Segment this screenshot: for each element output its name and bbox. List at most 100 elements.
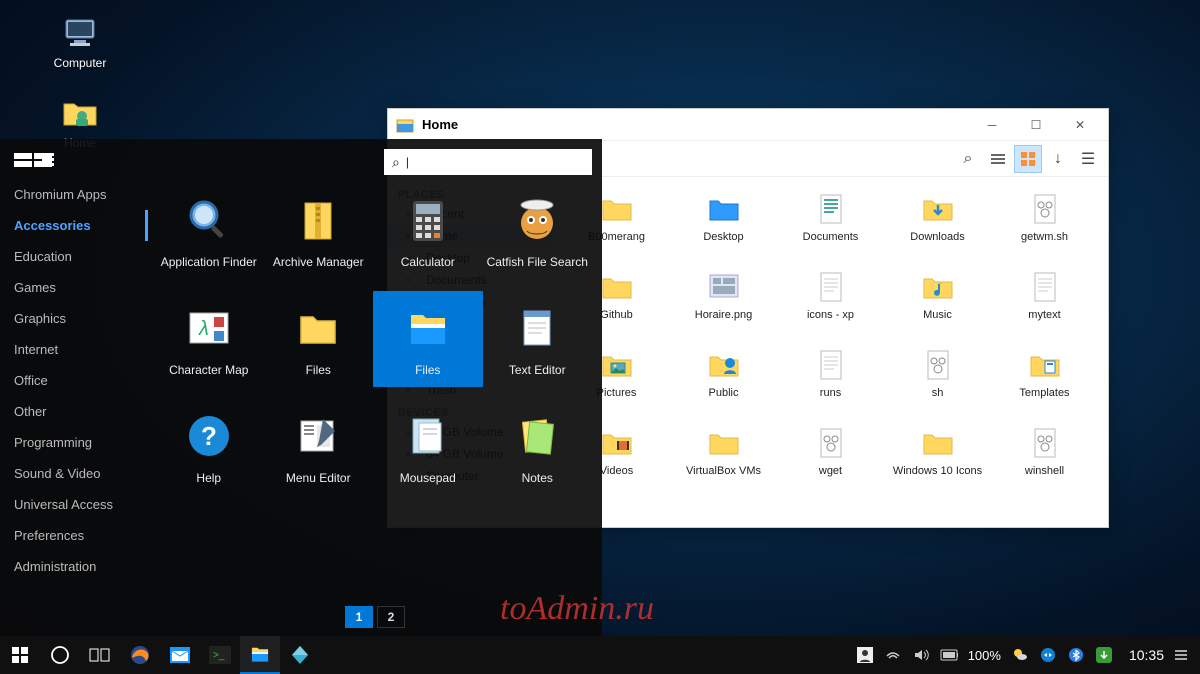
menu-category[interactable]: Administration bbox=[0, 551, 148, 582]
menu-search-input[interactable]: | bbox=[384, 149, 592, 175]
app-label: Text Editor bbox=[509, 363, 566, 377]
menu-app-item[interactable]: Menu Editor bbox=[264, 409, 374, 485]
menu-app-item[interactable]: ?Help bbox=[154, 409, 264, 485]
desktop-icon-label: Computer bbox=[40, 56, 120, 70]
menu-category[interactable]: Education bbox=[0, 241, 148, 272]
file-item[interactable]: Desktop bbox=[670, 191, 777, 261]
app-icon: ? bbox=[182, 409, 236, 463]
file-item[interactable]: Downloads bbox=[884, 191, 991, 261]
menu-view-toggle[interactable] bbox=[0, 153, 148, 179]
tray-update-icon[interactable] bbox=[1095, 646, 1113, 664]
menu-category[interactable]: Other bbox=[0, 396, 148, 427]
close-button[interactable]: ✕ bbox=[1058, 111, 1102, 139]
toolbar-listview-button[interactable] bbox=[984, 145, 1012, 173]
file-item[interactable]: Public bbox=[670, 347, 777, 417]
file-item[interactable]: VirtualBox VMs bbox=[670, 425, 777, 495]
menu-app-item[interactable]: λ Character Map bbox=[154, 301, 264, 377]
tray-menu-icon[interactable] bbox=[1174, 646, 1188, 664]
menu-app-item[interactable]: Files bbox=[373, 291, 483, 387]
app-icon bbox=[510, 193, 564, 247]
menu-category[interactable]: Chromium Apps bbox=[0, 179, 148, 210]
window-titlebar[interactable]: Home ─ ☐ ✕ bbox=[388, 109, 1108, 141]
taskbar-mail-button[interactable] bbox=[160, 636, 200, 674]
file-label: Public bbox=[709, 387, 739, 400]
list-view-icon[interactable] bbox=[42, 153, 60, 167]
file-item[interactable]: mytext bbox=[991, 269, 1098, 339]
menu-category[interactable]: Accessories bbox=[0, 210, 148, 241]
desktop-icon-computer[interactable]: Computer bbox=[40, 12, 120, 70]
menu-app-item[interactable]: Files bbox=[264, 301, 374, 377]
menu-categories: Chromium AppsAccessoriesEducationGamesGr… bbox=[0, 139, 148, 636]
file-label: wget bbox=[819, 465, 842, 478]
toolbar-search-button[interactable]: ⌕ bbox=[954, 145, 982, 173]
app-label: Character Map bbox=[169, 363, 248, 377]
taskbar-taskview-button[interactable] bbox=[80, 636, 120, 674]
grid-view-icon[interactable] bbox=[14, 153, 32, 167]
maximize-button[interactable]: ☐ bbox=[1014, 111, 1058, 139]
pager-button[interactable]: 1 bbox=[345, 606, 373, 628]
file-label: runs bbox=[820, 387, 841, 400]
menu-app-item[interactable]: Notes bbox=[483, 409, 593, 485]
app-icon bbox=[401, 409, 455, 463]
menu-app-item[interactable]: Mousepad bbox=[373, 409, 483, 485]
file-item[interactable]: Horaire.png bbox=[670, 269, 777, 339]
taskbar-search-button[interactable] bbox=[40, 636, 80, 674]
file-item[interactable]: Documents bbox=[777, 191, 884, 261]
tray-volume-icon[interactable] bbox=[912, 646, 930, 664]
file-icon bbox=[813, 191, 849, 227]
tray-weather-icon[interactable] bbox=[1011, 646, 1029, 664]
menu-app-item[interactable]: Catfish File Search bbox=[483, 193, 593, 269]
menu-category[interactable]: Universal Access bbox=[0, 489, 148, 520]
taskbar-start-button[interactable] bbox=[0, 636, 40, 674]
tray-battery-icon[interactable] bbox=[940, 646, 958, 664]
toolbar-iconview-button[interactable] bbox=[1014, 145, 1042, 173]
taskbar-files-button[interactable] bbox=[240, 636, 280, 674]
file-item[interactable]: Music bbox=[884, 269, 991, 339]
file-label: Desktop bbox=[703, 231, 743, 244]
minimize-button[interactable]: ─ bbox=[970, 111, 1014, 139]
toolbar-down-button[interactable]: ↓ bbox=[1044, 145, 1072, 173]
pager-button[interactable]: 2 bbox=[377, 606, 405, 628]
menu-category[interactable]: Graphics bbox=[0, 303, 148, 334]
taskbar-terminal-button[interactable]: >_ bbox=[200, 636, 240, 674]
toolbar-menu-button[interactable]: ☰ bbox=[1074, 145, 1102, 173]
file-item[interactable]: runs bbox=[777, 347, 884, 417]
file-label: Horaire.png bbox=[695, 309, 752, 322]
menu-app-item[interactable]: Calculator bbox=[373, 193, 483, 269]
menu-category[interactable]: Office bbox=[0, 365, 148, 396]
svg-text:>_: >_ bbox=[213, 650, 225, 661]
file-icon bbox=[813, 425, 849, 461]
file-item[interactable]: wget bbox=[777, 425, 884, 495]
menu-category[interactable]: Games bbox=[0, 272, 148, 303]
menu-app-item[interactable]: Application Finder bbox=[154, 193, 264, 269]
tray-wifi-icon[interactable] bbox=[884, 646, 902, 664]
tray-clock[interactable]: 10:35 bbox=[1129, 647, 1164, 663]
files-area[interactable]: B00merangDesktopDocumentsDownloadsgetwm.… bbox=[553, 177, 1108, 527]
file-icon bbox=[1027, 269, 1063, 305]
menu-app-item[interactable]: Archive Manager bbox=[264, 193, 374, 269]
svg-text:λ: λ bbox=[198, 318, 209, 340]
file-item[interactable]: Templates bbox=[991, 347, 1098, 417]
file-label: VirtualBox VMs bbox=[686, 465, 761, 478]
menu-category[interactable]: Programming bbox=[0, 427, 148, 458]
menu-category[interactable]: Internet bbox=[0, 334, 148, 365]
menu-app-item[interactable]: Text Editor bbox=[483, 301, 593, 377]
app-label: Notes bbox=[522, 471, 553, 485]
taskbar-app-button[interactable] bbox=[280, 636, 320, 674]
file-label: icons - xp bbox=[807, 309, 854, 322]
tray-teamviewer-icon[interactable] bbox=[1039, 646, 1057, 664]
menu-category[interactable]: Sound & Video bbox=[0, 458, 148, 489]
file-item[interactable]: winshell bbox=[991, 425, 1098, 495]
file-item[interactable]: icons - xp bbox=[777, 269, 884, 339]
file-icon bbox=[706, 269, 742, 305]
file-icon bbox=[920, 425, 956, 461]
file-icon bbox=[920, 269, 956, 305]
file-item[interactable]: sh bbox=[884, 347, 991, 417]
menu-category[interactable]: Preferences bbox=[0, 520, 148, 551]
file-item[interactable]: Windows 10 Icons bbox=[884, 425, 991, 495]
app-icon bbox=[510, 301, 564, 355]
tray-bluetooth-icon[interactable] bbox=[1067, 646, 1085, 664]
taskbar-firefox-button[interactable] bbox=[120, 636, 160, 674]
tray-user-icon[interactable] bbox=[856, 646, 874, 664]
file-item[interactable]: getwm.sh bbox=[991, 191, 1098, 261]
